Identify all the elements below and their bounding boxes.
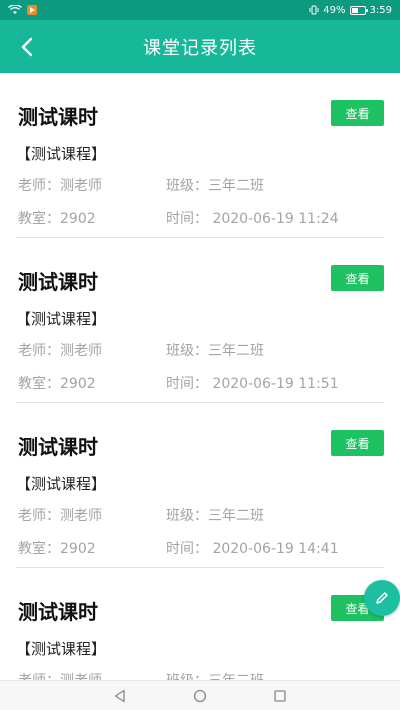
nav-home-button[interactable] — [185, 681, 215, 710]
teacher-label: 老师：测老师 — [18, 178, 102, 194]
room-label: 教室：2902 — [18, 541, 96, 557]
status-left — [8, 5, 37, 15]
record-card: 测试课时 查看 【测试课程】 老师：测老师 班级：三年二班 教室：2902 时间… — [16, 403, 384, 568]
battery-icon — [349, 5, 368, 15]
status-right: 49% 3:59 — [309, 5, 392, 16]
record-title: 测试课时 — [18, 435, 98, 459]
time-label: 时间： 2020-06-19 14:41 — [166, 541, 339, 557]
time-label: 时间： 2020-06-19 11:51 — [166, 376, 339, 392]
view-button[interactable]: 查看 — [331, 265, 384, 291]
record-card: 测试课时 查看 【测试课程】 老师：测老师 班级：三年二班 教室：2902 时间… — [16, 73, 384, 238]
record-title: 测试课时 — [18, 270, 98, 294]
class-label: 班级：三年二班 — [166, 508, 264, 524]
back-triangle-icon — [114, 689, 125, 702]
teacher-label: 老师：测老师 — [18, 343, 102, 359]
back-button[interactable] — [12, 32, 42, 62]
room-label: 教室：2902 — [18, 211, 96, 227]
clock: 3:59 — [369, 4, 392, 16]
record-title: 测试课时 — [18, 600, 98, 624]
vibrate-icon — [309, 5, 319, 15]
view-button[interactable]: 查看 — [331, 430, 384, 456]
room-label: 教室：2902 — [18, 376, 96, 392]
status-bar: 49% 3:59 — [0, 0, 400, 20]
class-label: 班级：三年二班 — [166, 670, 264, 680]
record-list[interactable]: 测试课时 查看 【测试课程】 老师：测老师 班级：三年二班 教室：2902 时间… — [0, 73, 400, 680]
nav-recents-button[interactable] — [265, 681, 295, 710]
edit-fab-button[interactable] — [364, 580, 400, 616]
app-header: 课堂记录列表 — [0, 20, 400, 73]
course-name: 【测试课程】 — [16, 475, 107, 493]
chevron-left-icon — [21, 37, 33, 57]
teacher-label: 老师：测老师 — [18, 508, 102, 524]
class-label: 班级：三年二班 — [166, 178, 264, 194]
view-button[interactable]: 查看 — [331, 100, 384, 126]
class-label: 班级：三年二班 — [166, 343, 264, 359]
record-title: 测试课时 — [18, 105, 98, 129]
record-card: 测试课时 查看 【测试课程】 老师：测老师 班级：三年二班 教室：2902 时间… — [16, 238, 384, 403]
page-title: 课堂记录列表 — [143, 37, 257, 59]
home-circle-icon — [193, 689, 207, 702]
time-label: 时间： 2020-06-19 11:24 — [166, 211, 339, 227]
system-nav-bar — [0, 680, 400, 710]
wifi-icon — [8, 5, 22, 14]
course-name: 【测试课程】 — [16, 640, 107, 658]
notification-icon — [27, 5, 37, 15]
teacher-label: 老师：测老师 — [18, 670, 102, 680]
pencil-icon — [376, 592, 388, 604]
nav-back-button[interactable] — [105, 681, 135, 710]
battery-percent: 49% — [323, 4, 346, 16]
course-name: 【测试课程】 — [16, 310, 107, 328]
recents-square-icon — [274, 689, 286, 702]
course-name: 【测试课程】 — [16, 145, 107, 163]
record-card: 测试课时 查看 【测试课程】 老师：测老师 班级：三年二班 — [16, 568, 384, 680]
